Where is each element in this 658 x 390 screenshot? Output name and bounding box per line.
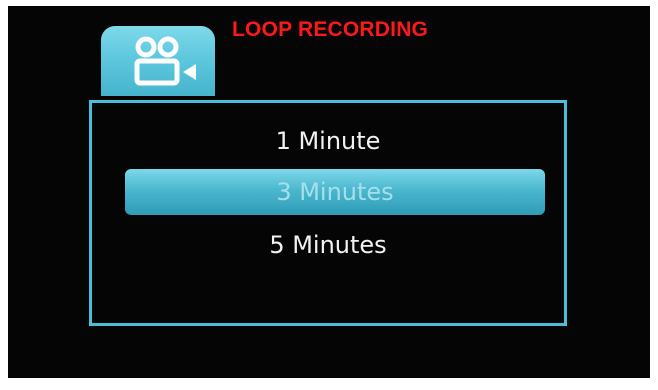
option-1-minute[interactable]: 1 Minute — [92, 126, 564, 156]
options-box: 1 Minute 3 Minutes 5 Minutes — [89, 100, 567, 326]
loop-recording-tab[interactable] — [101, 26, 215, 96]
option-5-minutes[interactable]: 5 Minutes — [92, 230, 564, 260]
selection-highlight[interactable]: 3 Minutes — [125, 169, 545, 215]
dashcam-screen: LOOP RECORDING 1 Minute 3 Minutes 5 Minu… — [0, 0, 658, 390]
menu-title: LOOP RECORDING — [232, 18, 429, 41]
option-3-minutes[interactable]: 3 Minutes — [125, 177, 545, 207]
video-camera-icon — [134, 36, 196, 86]
